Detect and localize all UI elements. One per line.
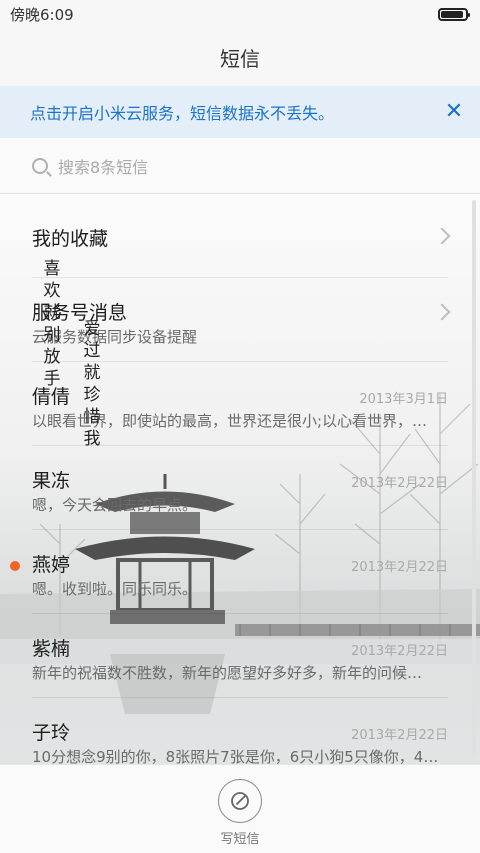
- cloud-service-banner[interactable]: 点击开启小米云服务，短信数据永不丢失。 ✕: [0, 86, 480, 138]
- compose-label[interactable]: 写短信: [0, 828, 480, 847]
- conversation-preview: 新年的祝福数不胜数，新年的愿望好多好多，新年的问候…: [32, 664, 423, 682]
- status-bar: 傍晚6:09: [0, 0, 480, 28]
- conversation-name: 我的收藏: [32, 228, 109, 250]
- conversation-list[interactable]: 我的收藏服务号消息 云服务数据同步设备提醒 倩倩 以眼看世界，即使站的最高，世界还是很…: [0, 194, 480, 764]
- battery-fill: [441, 10, 463, 18]
- poem-character: 手: [43, 369, 61, 389]
- chevron-right-icon: [433, 227, 451, 245]
- conversation-row[interactable]: 果冻嗯，今天会回去的早点。 2013年2月22日: [0, 446, 480, 530]
- poem-character: 我: [83, 429, 101, 449]
- search-input[interactable]: 搜索8条短信: [0, 138, 480, 194]
- wallpaper-poem-column-2: 爱过就珍惜我: [82, 318, 102, 450]
- conversation-date: 2013年3月1日: [359, 392, 448, 407]
- banner-text[interactable]: 点击开启小米云服务，短信数据永不丢失。: [30, 100, 334, 124]
- conversation-name: 子玲: [32, 722, 71, 744]
- conversation-row[interactable]: 燕婷嗯。收到啦。同乐同乐。 2013年2月22日: [0, 530, 480, 614]
- conversation-preview: 10分想念9别的你，8张照片7张是你，6只小狗5只像你，4…: [32, 748, 439, 764]
- conversation-date: 2013年2月22日: [351, 476, 448, 491]
- conversation-row[interactable]: 子玲 10分想念9别的你，8张照片7张是你，6只小狗5只像你，4… 2013年2月2…: [0, 698, 480, 764]
- conversation-name: 紫楠: [32, 638, 71, 660]
- poem-character: 就: [43, 303, 61, 323]
- conversation-name: 燕婷: [32, 554, 71, 576]
- status-time: 傍晚6:09: [10, 5, 74, 24]
- bottom-toolbar: 写短信: [0, 764, 480, 853]
- conversation-row[interactable]: 我的收藏: [0, 194, 480, 278]
- poem-character: 爱: [83, 319, 101, 339]
- compose-button[interactable]: [218, 779, 262, 823]
- close-icon[interactable]: ✕: [442, 100, 466, 124]
- conversation-preview: 嗯。收到啦。同乐同乐。: [32, 580, 198, 598]
- poem-character: 惜: [83, 407, 101, 427]
- conversation-date: 2013年2月22日: [351, 560, 448, 575]
- conversation-row[interactable]: 倩倩 以眼看世界，即使站的最高，世界还是很小;以心看世界，… 2013年3月1日: [0, 362, 480, 446]
- compose-icon: [231, 792, 249, 810]
- poem-character: 别: [43, 325, 61, 345]
- search-placeholder: 搜索8条短信: [58, 157, 149, 177]
- poem-character: 放: [43, 347, 61, 367]
- conversation-preview: 嗯，今天会回去的早点。: [32, 496, 198, 514]
- battery-icon: [438, 7, 470, 21]
- conversation-date: 2013年2月22日: [351, 728, 448, 743]
- poem-character: 喜: [43, 259, 61, 279]
- search-icon: [32, 157, 48, 174]
- poem-character: 过: [83, 341, 101, 361]
- poem-character: 就: [83, 363, 101, 383]
- page-title: 短信: [0, 28, 480, 86]
- conversation-row[interactable]: 紫楠新年的祝福数不胜数，新年的愿望好多好多，新年的问候… 2013年2月22日: [0, 614, 480, 698]
- poem-character: 欢: [43, 281, 61, 301]
- conversation-date: 2013年2月22日: [351, 644, 448, 659]
- conversation-row[interactable]: 服务号消息 云服务数据同步设备提醒: [0, 278, 480, 362]
- chevron-right-icon: [433, 303, 451, 321]
- poem-character: 珍: [83, 385, 101, 405]
- conversation-name: 果冻: [32, 470, 71, 492]
- wallpaper-poem-column-1: 喜欢就别放手: [42, 258, 62, 390]
- unread-indicator: [10, 561, 20, 571]
